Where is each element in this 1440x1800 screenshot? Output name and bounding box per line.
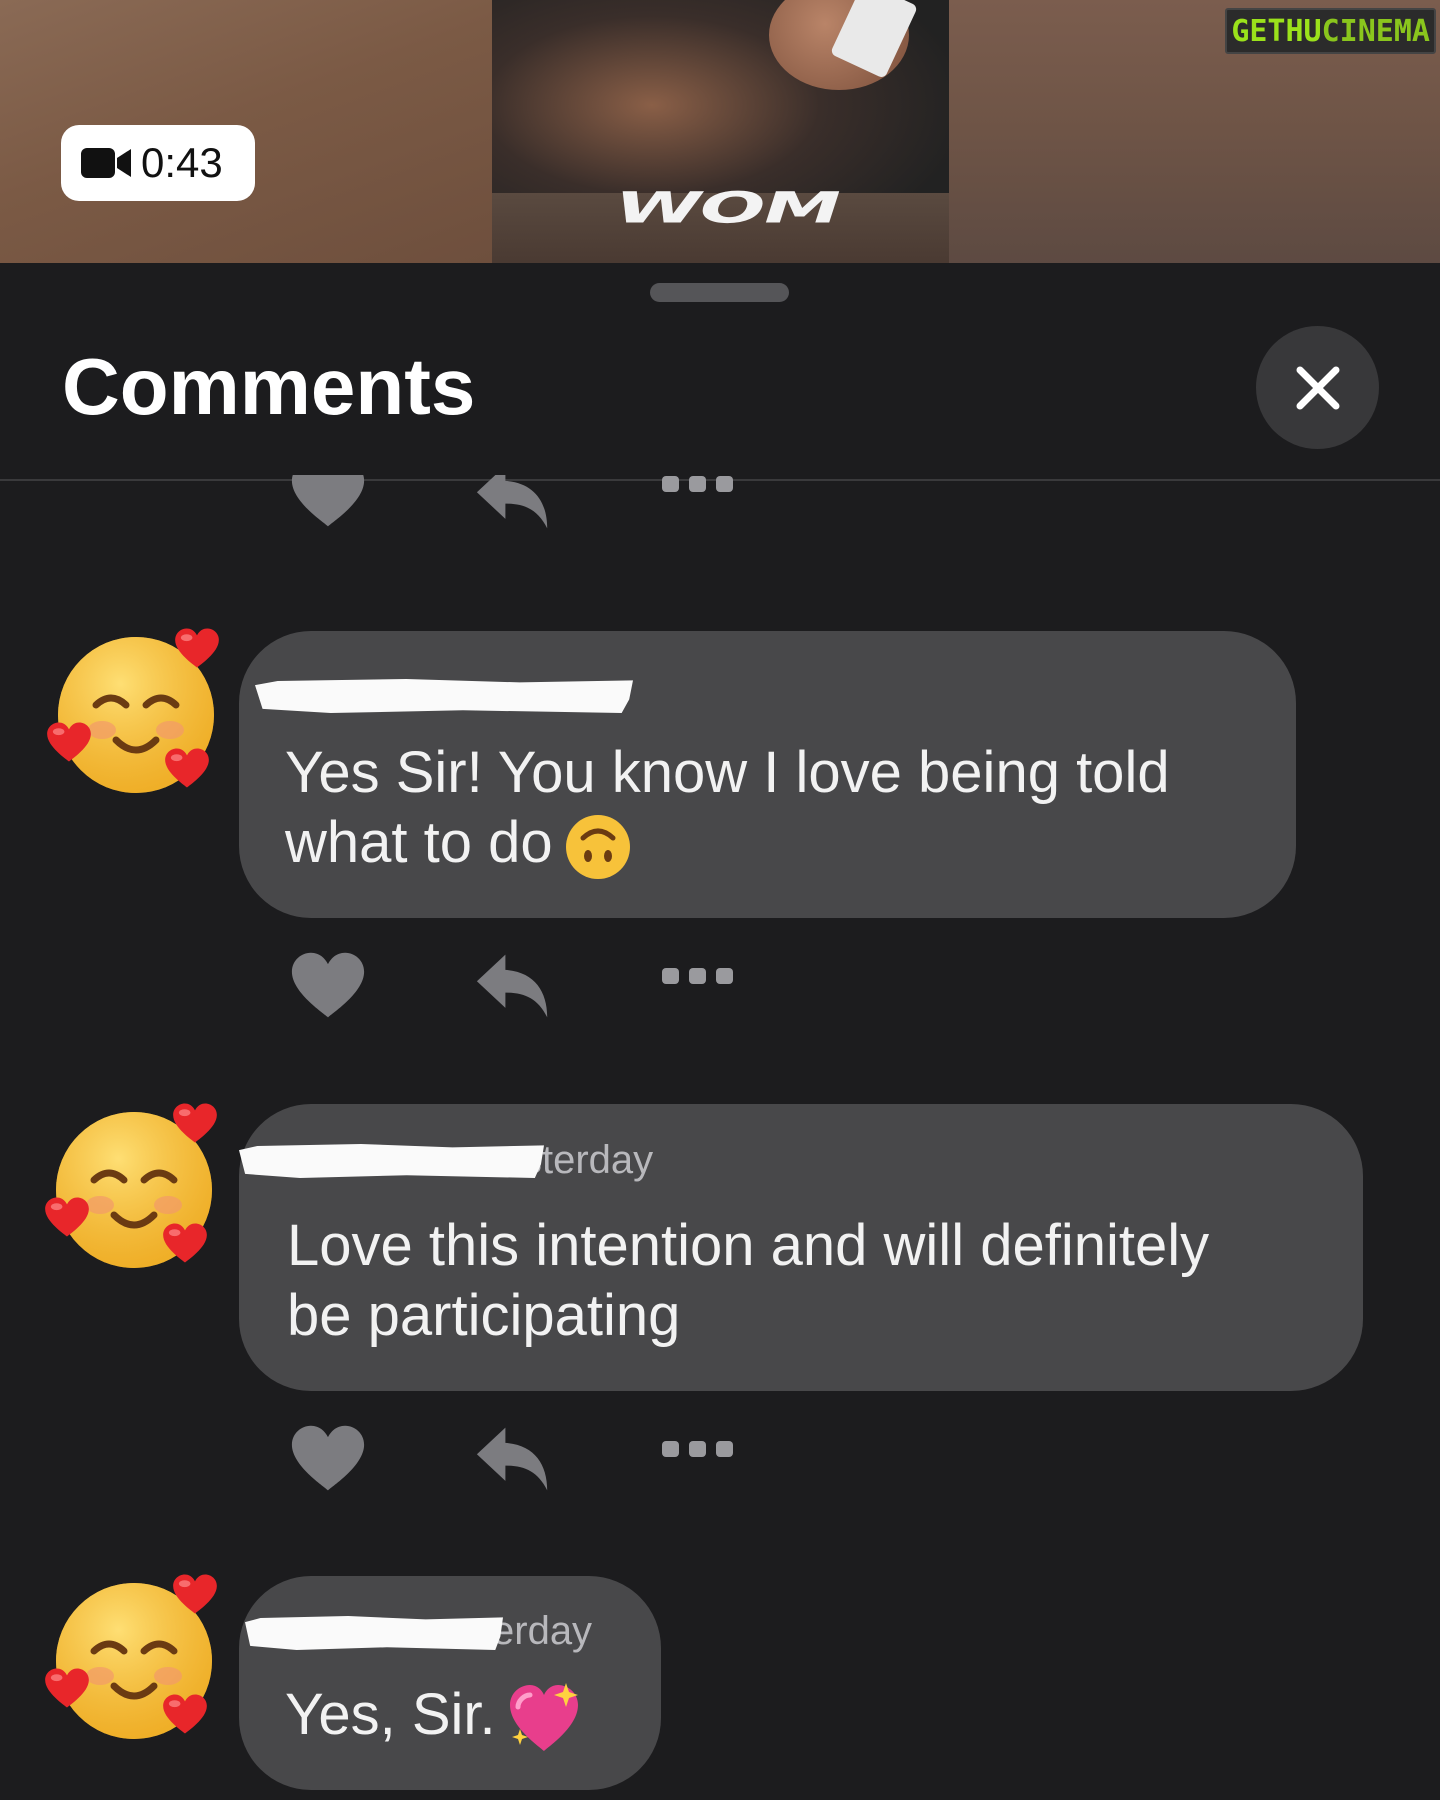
sheet-title: Comments [62, 342, 476, 431]
avatar[interactable] [44, 1571, 219, 1746]
comment-text: Yes, Sir. [285, 1682, 496, 1747]
media-thumbnail-center[interactable]: WOM [492, 0, 949, 263]
comment-text: what to do [285, 810, 553, 875]
avatar[interactable] [44, 1100, 219, 1275]
comment-bubble[interactable]: Yes Sir! You know I love being told what… [239, 631, 1296, 918]
comment-text-line2: be participating [287, 1283, 681, 1348]
more-dots-icon[interactable] [662, 475, 734, 494]
comment-text-line1: Yes, Sir. [285, 1680, 582, 1757]
heart-icon[interactable] [290, 952, 366, 1020]
more-dots-icon[interactable] [662, 1439, 734, 1459]
close-icon [1296, 366, 1339, 409]
reply-icon[interactable] [475, 475, 551, 531]
comment-text-line1: Love this intention and will definitely [287, 1213, 1210, 1278]
comment-timestamp: sterday [522, 1138, 654, 1182]
heart-icon[interactable] [290, 475, 366, 529]
media-thumbnail-left[interactable]: 0:43 [0, 0, 492, 263]
comment-actions-row [290, 475, 750, 535]
watermark-logo: GETHU CINEMA [1225, 8, 1436, 54]
comment-actions-row [290, 1419, 750, 1499]
watermark-part2: CINEMA [1321, 13, 1430, 49]
avatar[interactable] [46, 625, 221, 800]
sparkling-heart-emoji [509, 1682, 578, 1751]
comments-sheet: Comments Yes Sir! You know I love being … [0, 263, 1440, 1800]
comment-actions-row [290, 946, 750, 1026]
redacted-username [255, 679, 633, 713]
redacted-username [239, 1144, 544, 1178]
redacted-username [245, 1616, 503, 1650]
video-duration: 0:43 [141, 139, 223, 186]
watermark-part1: GETHU [1231, 13, 1322, 49]
heart-icon[interactable] [290, 1425, 366, 1493]
comment-bubble[interactable]: sterday Love this intention and will def… [239, 1104, 1363, 1391]
close-button[interactable] [1256, 326, 1379, 449]
thumbnail-text: WOM [607, 183, 847, 233]
comment-timestamp: erday [492, 1609, 593, 1653]
sheet-grabber-handle[interactable] [650, 283, 789, 302]
video-duration-badge: 0:43 [61, 125, 255, 201]
upside-down-face-emoji [565, 814, 630, 879]
more-dots-icon[interactable] [662, 966, 734, 986]
comment-bubble[interactable]: erday Yes, Sir. [239, 1576, 661, 1790]
comment-text-line2: what to do [285, 808, 633, 882]
reply-icon[interactable] [475, 952, 551, 1020]
reply-icon[interactable] [475, 1425, 551, 1493]
media-strip: 0:43 WOM GETHU CINEMA [0, 0, 1440, 263]
comment-text-line1: Yes Sir! You know I love being told [285, 740, 1170, 805]
video-camera-icon [81, 148, 131, 178]
